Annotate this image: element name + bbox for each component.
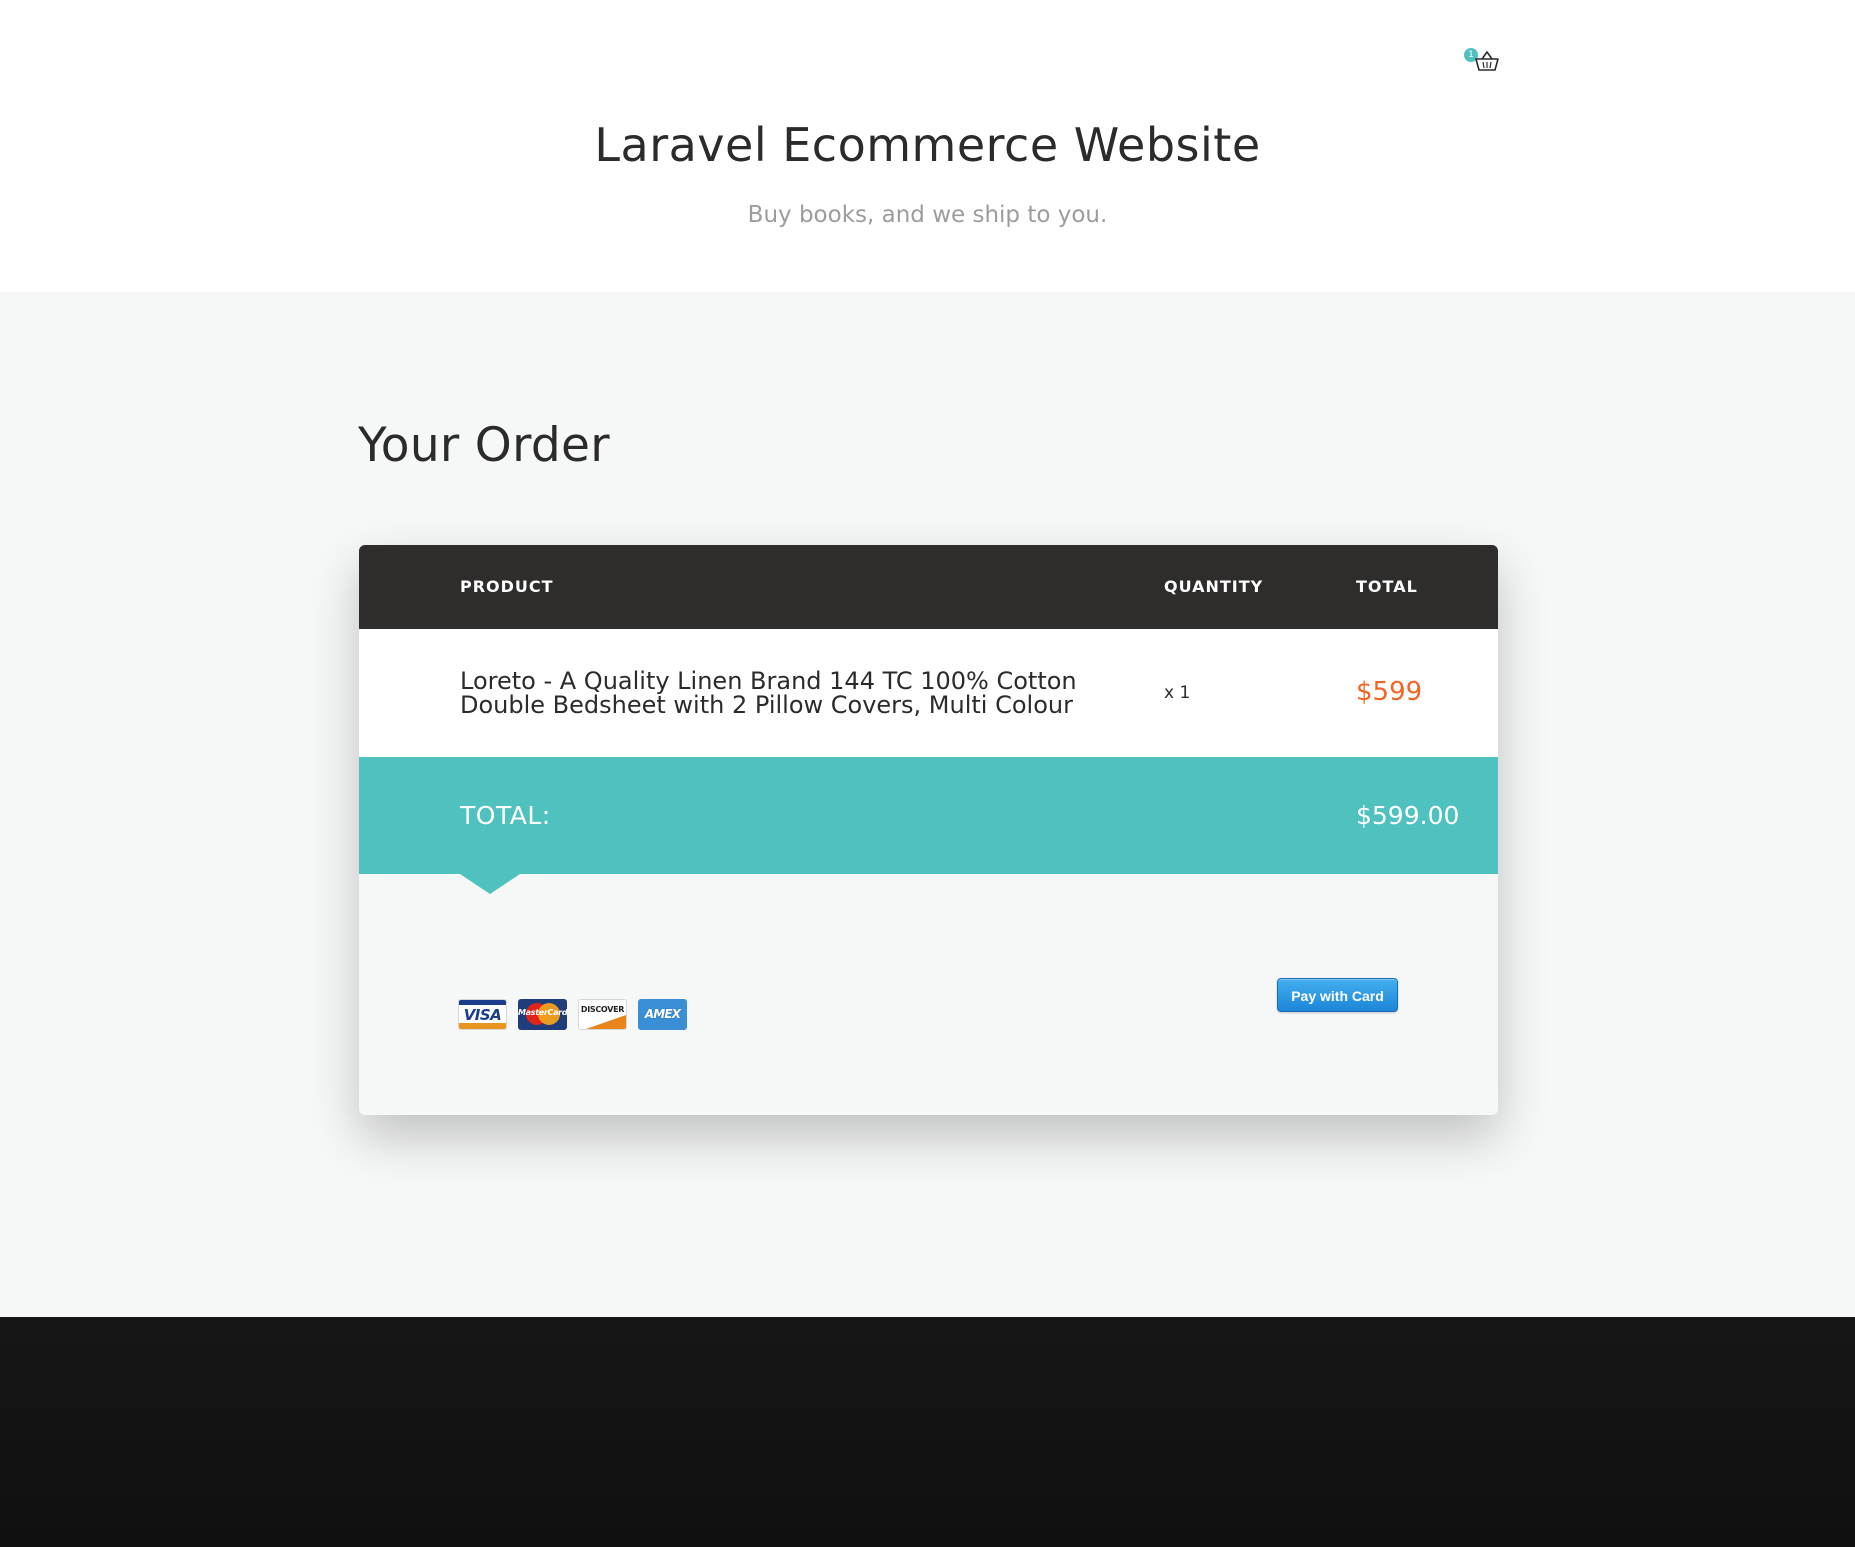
page-title: Your Order (358, 418, 610, 473)
product-name: Loreto - A Quality Linen Brand 144 TC 10… (460, 667, 1077, 719)
site-subtitle: Buy books, and we ship to you. (747, 202, 1108, 228)
total-label: TOTAL: (460, 801, 551, 830)
order-table-header: PRODUCT QUANTITY TOTAL (359, 545, 1498, 629)
site-header: 1 Laravel Ecommerce Website Buy books, a… (0, 0, 1855, 292)
total-amount: $599.00 (1356, 801, 1460, 830)
mastercard-card-icon: MasterCard (518, 999, 567, 1030)
item-price: $599 (1356, 677, 1423, 707)
column-header-quantity: QUANTITY (1164, 577, 1264, 596)
total-bar-pointer (460, 874, 520, 894)
amex-card-icon: AMEX (638, 999, 687, 1030)
pay-with-card-button[interactable]: Pay with Card (1277, 978, 1398, 1012)
table-row: Loreto - A Quality Linen Brand 144 TC 10… (359, 629, 1498, 757)
site-title: Laravel Ecommerce Website (594, 118, 1261, 172)
site-footer (0, 1317, 1855, 1547)
item-quantity: x 1 (1164, 683, 1191, 703)
column-header-total: TOTAL (1356, 577, 1418, 596)
column-header-product: PRODUCT (460, 577, 554, 596)
order-total-bar: TOTAL: $599.00 (359, 757, 1498, 874)
basket-icon (1475, 51, 1499, 71)
checkout-section: Your Order PRODUCT QUANTITY TOTAL Loreto… (0, 292, 1855, 1317)
cart-button[interactable]: 1 (1462, 44, 1502, 76)
visa-card-icon: VISA (458, 999, 507, 1030)
discover-card-icon: DISCOVER (578, 999, 627, 1030)
order-summary-card: PRODUCT QUANTITY TOTAL Loreto - A Qualit… (359, 545, 1498, 1115)
